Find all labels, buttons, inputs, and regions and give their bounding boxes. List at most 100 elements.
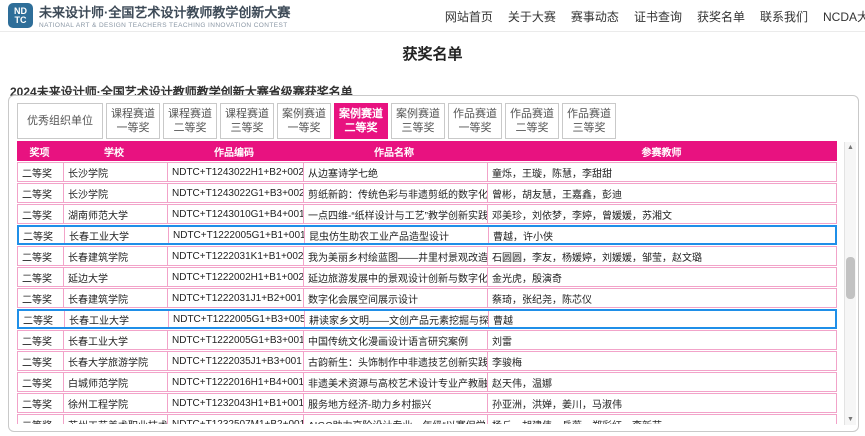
awards-panel: 优秀组织单位课程赛道一等奖课程赛道二等奖课程赛道三等奖案例赛道一等奖案例赛道二等… xyxy=(8,95,859,432)
tab-3[interactable]: 课程赛道三等奖 xyxy=(220,103,274,139)
nav-item-2[interactable]: 赛事动态 xyxy=(571,8,619,25)
nav-item-3[interactable]: 证书查询 xyxy=(634,8,682,25)
table-scrollbar[interactable]: ▲ ▼ xyxy=(844,142,856,425)
column-header-teachers: 参赛教师 xyxy=(486,141,837,161)
tab-2[interactable]: 课程赛道二等奖 xyxy=(163,103,217,139)
main-nav: 网站首页关于大赛赛事动态证书查询获奖名单联系我们 NCDA大赛 xyxy=(445,0,865,32)
tab-label-line1: 案例赛道 xyxy=(396,107,440,121)
cell-award: 二等奖 xyxy=(18,268,63,286)
table-row[interactable]: 二等奖长春大学旅游学院NDTC+T1222035J1+B3+001古韵新生：头饰… xyxy=(17,351,837,371)
table-row[interactable]: 二等奖徐州工程学院NDTC+T1232043H1+B1+001服务地方经济-助力… xyxy=(17,393,837,413)
cell-award: 二等奖 xyxy=(18,163,63,181)
tab-4[interactable]: 案例赛道一等奖 xyxy=(277,103,331,139)
tab-label-line1: 案例赛道 xyxy=(339,107,383,121)
scrollbar-thumb[interactable] xyxy=(846,257,855,299)
column-header-award: 奖项 xyxy=(17,141,62,161)
table-row-highlighted[interactable]: 二等奖长春工业大学NDTC+T1222005G1+B1+001昆虫仿生助农工业产… xyxy=(17,225,837,245)
tab-label-line1: 作品赛道 xyxy=(453,107,497,121)
cell-school: 长沙学院 xyxy=(63,184,167,202)
tab-5[interactable]: 案例赛道二等奖 xyxy=(334,103,388,139)
table-body: 二等奖长沙学院NDTC+T1243022H1+B2+002从边塞诗学七绝童烁，王… xyxy=(17,162,837,424)
cell-award: 二等奖 xyxy=(18,184,63,202)
cell-teachers: 赵天伟，温娜 xyxy=(487,373,836,391)
tab-0[interactable]: 优秀组织单位 xyxy=(17,103,103,139)
site-subtitle: NATIONAL ART & DESIGN TEACHERS TEACHING … xyxy=(39,22,290,29)
nav-item-4[interactable]: 获奖名单 xyxy=(697,8,745,25)
cell-award: 二等奖 xyxy=(19,311,64,327)
brand-logo-icon[interactable]: ND TC xyxy=(8,3,33,28)
cell-work: 服务地方经济-助力乡村振兴 xyxy=(303,394,487,412)
table-row[interactable]: 二等奖湖南师范大学NDTC+T1243010G1+B4+001一点四维-“纸样设… xyxy=(17,204,837,224)
scroll-down-icon[interactable]: ▼ xyxy=(845,415,856,424)
cell-code: NDTC+T1222016H1+B4+001 xyxy=(167,373,303,391)
tab-label-line1: 课程赛道 xyxy=(111,107,155,121)
table-row[interactable]: 二等奖白城师范学院NDTC+T1222016H1+B4+001非遗美术资源与高校… xyxy=(17,372,837,392)
cell-school: 长春工业大学 xyxy=(64,311,168,327)
table-row[interactable]: 二等奖延边大学NDTC+T1222002H1+B1+002延边旅游发展中的景观设… xyxy=(17,267,837,287)
tab-label-line1: 作品赛道 xyxy=(510,107,554,121)
cell-school: 湖南师范大学 xyxy=(63,205,167,223)
cell-school: 长春建筑学院 xyxy=(63,289,167,307)
cell-code: NDTC+T1222002H1+B1+002 xyxy=(167,268,303,286)
cell-code: NDTC+T1232507M1+B2+001 xyxy=(167,415,303,424)
cell-teachers: 杨丘，胡建伟，岳薇，郑彩红，李新苗 xyxy=(487,415,836,424)
cell-school: 白城师范学院 xyxy=(63,373,167,391)
tab-label-line2: 三等奖 xyxy=(402,121,435,135)
tab-label-line2: 二等奖 xyxy=(516,121,549,135)
cell-award: 二等奖 xyxy=(18,331,63,349)
tab-label-line1: 课程赛道 xyxy=(225,107,269,121)
tab-label-line2: 一等奖 xyxy=(459,121,492,135)
cell-code: NDTC+T1222005G1+B1+001 xyxy=(168,227,304,243)
nav-item-5[interactable]: 联系我们 xyxy=(760,8,808,25)
tab-8[interactable]: 作品赛道二等奖 xyxy=(505,103,559,139)
table-row[interactable]: 二等奖苏州工艺美术职业技术学院NDTC+T1232507M1+B2+001AIG… xyxy=(17,414,837,424)
column-header-work: 作品名称 xyxy=(302,141,486,161)
cell-award: 二等奖 xyxy=(18,289,63,307)
cell-teachers: 曾彬，胡友慧，王嘉鑫，彭迪 xyxy=(487,184,836,202)
tab-label-line1: 案例赛道 xyxy=(282,107,326,121)
table-header-row: 奖项 学校 作品编码 作品名称 参赛教师 xyxy=(17,141,837,161)
cell-teachers: 石圆圆，李友，杨媛婷，刘媛媛，邹莹，赵文璐 xyxy=(487,247,836,265)
tab-label-line1: 优秀组织单位 xyxy=(27,114,93,128)
cell-award: 二等奖 xyxy=(18,373,63,391)
site-title: 未来设计师·全国艺术设计教师教学创新大赛 xyxy=(39,2,290,21)
cell-award: 二等奖 xyxy=(18,394,63,412)
table-row[interactable]: 二等奖长沙学院NDTC+T1243022H1+B2+002从边塞诗学七绝童烁，王… xyxy=(17,162,837,182)
tab-label-line2: 二等奖 xyxy=(345,121,378,135)
column-header-school: 学校 xyxy=(62,141,166,161)
table-row[interactable]: 二等奖长沙学院NDTC+T1243022G1+B3+002剪纸新韵：传统色彩与非… xyxy=(17,183,837,203)
tab-label-line1: 课程赛道 xyxy=(168,107,212,121)
tab-label-line2: 三等奖 xyxy=(231,121,264,135)
tab-label-line2: 一等奖 xyxy=(288,121,321,135)
tab-label-line2: 二等奖 xyxy=(174,121,207,135)
cell-code: NDTC+T1222005G1+B3+005 xyxy=(168,311,304,327)
award-tabs: 优秀组织单位课程赛道一等奖课程赛道二等奖课程赛道三等奖案例赛道一等奖案例赛道二等… xyxy=(17,103,850,139)
cell-school: 延边大学 xyxy=(63,268,167,286)
tab-7[interactable]: 作品赛道一等奖 xyxy=(448,103,502,139)
nav-item-1[interactable]: 关于大赛 xyxy=(508,8,556,25)
scroll-up-icon[interactable]: ▲ xyxy=(845,143,856,152)
nav-item-6[interactable]: NCDA大赛 xyxy=(823,8,865,25)
cell-code: NDTC+T1243022G1+B3+002 xyxy=(167,184,303,202)
nav-item-0[interactable]: 网站首页 xyxy=(445,8,493,25)
cell-award: 二等奖 xyxy=(19,227,64,243)
tab-9[interactable]: 作品赛道三等奖 xyxy=(562,103,616,139)
table-row-highlighted[interactable]: 二等奖长春工业大学NDTC+T1222005G1+B3+005耕读家乡文明——文… xyxy=(17,309,837,329)
tab-6[interactable]: 案例赛道三等奖 xyxy=(391,103,445,139)
cell-teachers: 曹越 xyxy=(488,311,835,327)
cell-work: 延边旅游发展中的景观设计创新与数字化展示 xyxy=(303,268,487,286)
tab-label-line1: 作品赛道 xyxy=(567,107,611,121)
cell-work: 从边塞诗学七绝 xyxy=(303,163,487,181)
cell-award: 二等奖 xyxy=(18,247,63,265)
cell-award: 二等奖 xyxy=(18,352,63,370)
cell-teachers: 孙亚洲，洪婵，姜川，马淑伟 xyxy=(487,394,836,412)
table-row[interactable]: 二等奖长春工业大学NDTC+T1222005G1+B3+001中国传统文化漫画设… xyxy=(17,330,837,350)
cell-code: NDTC+T1222031K1+B1+002 xyxy=(167,247,303,265)
tab-1[interactable]: 课程赛道一等奖 xyxy=(106,103,160,139)
cell-school: 徐州工程学院 xyxy=(63,394,167,412)
table-row[interactable]: 二等奖长春建筑学院NDTC+T1222031J1+B2+001数字化会展空间展示… xyxy=(17,288,837,308)
cell-teachers: 曹越，许小侠 xyxy=(488,227,835,243)
cell-work: 我为美丽乡村绘蓝图——井里村景观改造设计 xyxy=(303,247,487,265)
cell-code: NDTC+T1243022H1+B2+002 xyxy=(167,163,303,181)
table-row[interactable]: 二等奖长春建筑学院NDTC+T1222031K1+B1+002我为美丽乡村绘蓝图… xyxy=(17,246,837,266)
